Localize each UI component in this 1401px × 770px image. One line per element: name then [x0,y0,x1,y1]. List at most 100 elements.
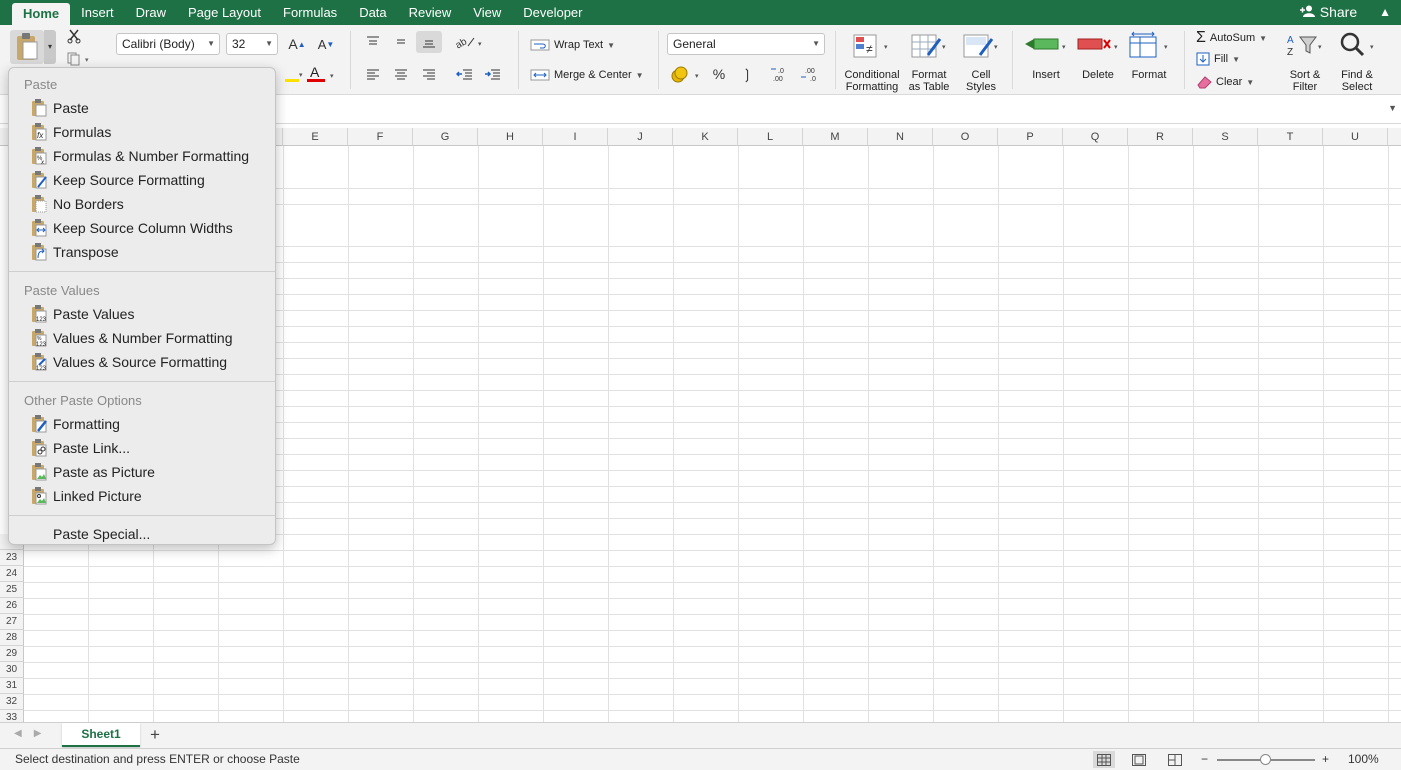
format-as-table-button[interactable]: Format as Table [900,69,958,93]
number-format-select[interactable]: General ▼ [667,33,825,55]
row-header-24[interactable]: 24 [0,566,24,582]
menu-item-formatting[interactable]: Formatting [9,412,275,436]
insert-button[interactable]: Insert [1024,69,1068,81]
menu-item-formulas[interactable]: fx Formulas [9,120,275,144]
menu-item-no-borders[interactable]: No Borders [9,192,275,216]
merge-center-button[interactable]: Merge & Center ▼ [530,68,644,82]
format-cells-icon[interactable]: ▾ [1128,31,1168,61]
zoom-slider-thumb[interactable] [1260,754,1271,765]
row-header-26[interactable]: 26 [0,598,24,614]
increase-indent-button[interactable] [480,63,506,85]
tab-formulas[interactable]: Formulas [272,0,348,25]
column-header-e[interactable]: E [283,128,348,146]
page-break-view-button[interactable] [1164,751,1186,768]
menu-item-keep-source-column-widths[interactable]: Keep Source Column Widths [9,216,275,240]
row-header-29[interactable]: 29 [0,646,24,662]
orientation-button[interactable]: ab ▾ [452,31,488,53]
insert-cells-icon[interactable]: ▾ [1024,31,1066,61]
column-header-p[interactable]: P [998,128,1063,146]
font-color-button[interactable]: A ▾ [302,63,338,85]
align-top-button[interactable] [360,31,386,53]
tab-data[interactable]: Data [348,0,397,25]
tab-page-layout[interactable]: Page Layout [177,0,272,25]
column-header-v[interactable] [1388,128,1401,146]
delete-button[interactable]: Delete [1076,69,1120,81]
cell-styles-button[interactable]: Cell Styles [958,69,1004,93]
align-bottom-button[interactable] [416,31,442,53]
decrease-font-size-button[interactable]: A ▼ [313,33,339,55]
comma-style-button[interactable]: ❳ [734,63,760,85]
find-select-button[interactable]: Find & Select [1332,69,1382,93]
zoom-in-button[interactable]: + [1322,752,1329,766]
normal-view-button[interactable] [1093,751,1115,768]
column-header-l[interactable]: L [738,128,803,146]
format-button[interactable]: Format [1126,69,1172,81]
align-middle-button[interactable] [388,31,414,53]
paste-dropdown-arrow[interactable]: ▾ [44,30,56,64]
zoom-out-button[interactable]: − [1201,752,1208,766]
font-name-select[interactable]: Calibri (Body) ▼ [116,33,220,55]
column-header-h[interactable]: H [478,128,543,146]
expand-formula-bar-icon[interactable]: ▼ [1388,103,1397,113]
decrease-indent-button[interactable] [452,63,478,85]
column-header-r[interactable]: R [1128,128,1193,146]
row-header-33[interactable]: 33 [0,710,24,722]
column-header-u[interactable]: U [1323,128,1388,146]
column-header-t[interactable]: T [1258,128,1323,146]
row-header-28[interactable]: 28 [0,630,24,646]
zoom-level[interactable]: 100% [1348,752,1379,766]
cell-styles-icon[interactable]: ▾ [962,31,998,61]
increase-font-size-button[interactable]: A ▲ [284,33,310,55]
row-header-23[interactable]: 23 [0,550,24,566]
cut-icon[interactable] [66,28,82,47]
menu-item-linked-picture[interactable]: Linked Picture [9,484,275,508]
align-right-button[interactable] [416,63,442,85]
delete-cells-icon[interactable]: ▾ [1076,31,1118,61]
tab-insert[interactable]: Insert [70,0,125,25]
row-header-27[interactable]: 27 [0,614,24,630]
sheet-tab-sheet1[interactable]: Sheet1 [62,723,140,747]
clear-button[interactable]: Clear ▼ [1196,75,1254,89]
accounting-format-button[interactable]: ▾ [667,63,703,85]
menu-item-transpose[interactable]: Transpose [9,240,275,264]
menu-item-paste[interactable]: Paste [9,96,275,120]
menu-item-paste-special[interactable]: Paste Special... [9,522,275,546]
column-header-i[interactable]: I [543,128,608,146]
row-header-32[interactable]: 32 [0,694,24,710]
column-header-g[interactable]: G [413,128,478,146]
row-header-31[interactable]: 31 [0,678,24,694]
percent-style-button[interactable]: % [706,63,732,85]
sort-filter-button[interactable]: Sort & Filter [1280,69,1330,93]
conditional-formatting-button[interactable]: Conditional Formatting [840,69,904,93]
menu-item-keep-source-formatting[interactable]: Keep Source Formatting [9,168,275,192]
sheet-nav-arrows-icon[interactable]: ◀▶ [14,728,53,739]
decrease-decimal-button[interactable]: .00.0 [798,63,824,85]
menu-item-paste-link[interactable]: Paste Link... [9,436,275,460]
row-header-25[interactable]: 25 [0,582,24,598]
format-as-table-icon[interactable]: ▾ [910,31,946,61]
sort-filter-icon[interactable]: A Z ▾ [1286,31,1322,61]
column-header-s[interactable]: S [1193,128,1258,146]
increase-decimal-button[interactable]: .0.00 [768,63,794,85]
tab-draw[interactable]: Draw [125,0,177,25]
align-center-button[interactable] [388,63,414,85]
tab-view[interactable]: View [462,0,512,25]
conditional-formatting-icon[interactable]: ≠ ▾ [852,31,888,61]
tab-developer[interactable]: Developer [512,0,593,25]
column-header-m[interactable]: M [803,128,868,146]
align-left-button[interactable] [360,63,386,85]
autosum-button[interactable]: Σ AutoSum ▼ [1196,29,1267,47]
wrap-text-button[interactable]: Wrap Text ▼ [530,38,615,52]
page-layout-view-button[interactable] [1128,751,1150,768]
menu-item-values-number-formatting[interactable]: % 123 Values & Number Formatting [9,326,275,350]
tab-review[interactable]: Review [398,0,463,25]
collapse-ribbon-icon[interactable]: ▲ [1379,0,1391,25]
share-button[interactable]: Share ▲ [1299,0,1391,25]
column-header-o[interactable]: O [933,128,998,146]
magnifier-icon[interactable]: ▾ [1338,31,1374,61]
paste-button[interactable] [10,30,44,64]
column-header-n[interactable]: N [868,128,933,146]
row-header-30[interactable]: 30 [0,662,24,678]
menu-item-formulas-number-formatting[interactable]: % x Formulas & Number Formatting [9,144,275,168]
tab-home[interactable]: Home [12,3,71,25]
